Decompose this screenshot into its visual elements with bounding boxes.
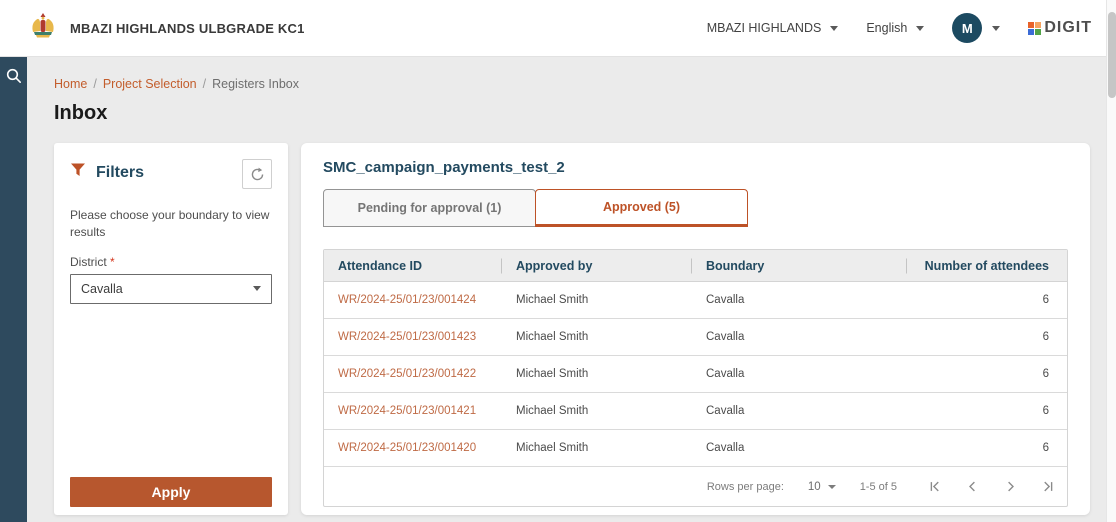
- tab-approved[interactable]: Approved (5): [535, 189, 748, 227]
- boundary-cell: Cavalla: [692, 331, 907, 343]
- table-row: WR/2024-25/01/23/001424 Michael Smith Ca…: [324, 282, 1067, 319]
- required-marker: *: [110, 255, 115, 269]
- approved-by-cell: Michael Smith: [502, 442, 692, 454]
- cards-row: Filters Please choose your boundary to v…: [54, 143, 1116, 515]
- top-header: MBAZI HIGHLANDS ULBGRADE KC1 MBAZI HIGHL…: [0, 0, 1116, 57]
- district-selected-value: Cavalla: [81, 282, 123, 296]
- approved-by-cell: Michael Smith: [502, 331, 692, 343]
- district-select[interactable]: Cavalla: [70, 274, 272, 304]
- column-header-approved-by: Approved by: [502, 259, 692, 273]
- language-selector-label: English: [866, 21, 907, 35]
- state-emblem-logo: [30, 12, 56, 45]
- table-row: WR/2024-25/01/23/001422 Michael Smith Ca…: [324, 356, 1067, 393]
- page-title: Inbox: [54, 102, 1116, 125]
- boundary-cell: Cavalla: [692, 405, 907, 417]
- digit-logo-text: DIGIT: [1044, 20, 1092, 36]
- app-window: MBAZI HIGHLANDS ULBGRADE KC1 MBAZI HIGHL…: [0, 0, 1116, 522]
- breadcrumb-project-selection[interactable]: Project Selection: [103, 77, 197, 91]
- attendance-id-link[interactable]: WR/2024-25/01/23/001423: [338, 331, 476, 343]
- city-selector-dropdown[interactable]: MBAZI HIGHLANDS: [707, 21, 839, 35]
- rows-per-page-select[interactable]: 10: [808, 481, 836, 493]
- attendees-cell: 6: [907, 405, 1067, 417]
- approved-by-cell: Michael Smith: [502, 405, 692, 417]
- chevron-down-icon: [830, 26, 838, 31]
- table-pagination: Rows per page: 10 1-5 of 5: [324, 467, 1067, 506]
- boundary-cell: Cavalla: [692, 442, 907, 454]
- tab-pending-for-approval[interactable]: Pending for approval (1): [323, 189, 536, 227]
- rows-per-page-value: 10: [808, 481, 821, 493]
- tabs: Pending for approval (1) Approved (5): [323, 189, 1068, 227]
- approved-by-cell: Michael Smith: [502, 294, 692, 306]
- tenant-name: MBAZI HIGHLANDS ULBGRADE KC1: [70, 21, 305, 36]
- scrollbar: [1106, 0, 1116, 522]
- column-header-attendance-id: Attendance ID: [324, 259, 502, 273]
- chevron-down-icon: [828, 485, 836, 489]
- app-body: Home / Project Selection / Registers Inb…: [0, 57, 1116, 522]
- scrollbar-thumb[interactable]: [1108, 12, 1116, 98]
- register-panel: SMC_campaign_payments_test_2 Pending for…: [301, 143, 1090, 515]
- register-title: SMC_campaign_payments_test_2: [323, 159, 1068, 176]
- table-row: WR/2024-25/01/23/001423 Michael Smith Ca…: [324, 319, 1067, 356]
- next-page-button[interactable]: [1001, 478, 1019, 496]
- search-icon[interactable]: [4, 67, 24, 87]
- main-content: Home / Project Selection / Registers Inb…: [27, 57, 1116, 522]
- brand: MBAZI HIGHLANDS ULBGRADE KC1: [30, 12, 305, 45]
- attendees-cell: 6: [907, 368, 1067, 380]
- first-page-button[interactable]: [925, 478, 943, 496]
- digit-logo-icon: [1028, 22, 1041, 35]
- attendance-table: Attendance ID Approved by Boundary Numbe…: [323, 249, 1068, 507]
- boundary-cell: Cavalla: [692, 368, 907, 380]
- breadcrumb-separator: /: [203, 77, 206, 91]
- attendees-cell: 6: [907, 331, 1067, 343]
- attendees-cell: 6: [907, 442, 1067, 454]
- sidebar: [0, 57, 27, 522]
- column-header-attendees: Number of attendees: [907, 259, 1067, 273]
- breadcrumb-separator: /: [93, 77, 96, 91]
- avatar[interactable]: M: [952, 13, 982, 43]
- rows-per-page-label: Rows per page:: [707, 481, 784, 493]
- breadcrumb-home[interactable]: Home: [54, 77, 87, 91]
- digit-logo: DIGIT: [1028, 20, 1092, 36]
- page-range-label: 1-5 of 5: [860, 481, 897, 493]
- language-selector-dropdown[interactable]: English: [866, 21, 924, 35]
- boundary-cell: Cavalla: [692, 294, 907, 306]
- filter-funnel-icon: [70, 163, 86, 182]
- attendance-id-link[interactable]: WR/2024-25/01/23/001424: [338, 294, 476, 306]
- approved-by-cell: Michael Smith: [502, 368, 692, 380]
- attendance-id-link[interactable]: WR/2024-25/01/23/001420: [338, 442, 476, 454]
- pagination-nav: [925, 478, 1057, 496]
- header-right: MBAZI HIGHLANDS English M DIGIT: [707, 13, 1092, 43]
- table-row: WR/2024-25/01/23/001420 Michael Smith Ca…: [324, 430, 1067, 467]
- previous-page-button[interactable]: [963, 478, 981, 496]
- filters-description: Please choose your boundary to view resu…: [70, 207, 270, 241]
- last-page-button[interactable]: [1039, 478, 1057, 496]
- chevron-down-icon: [916, 26, 924, 31]
- district-label: District *: [70, 255, 272, 269]
- user-menu[interactable]: M: [952, 13, 1000, 43]
- apply-button[interactable]: Apply: [70, 477, 272, 507]
- chevron-down-icon: [992, 26, 1000, 31]
- chevron-down-icon: [253, 286, 261, 291]
- filters-panel: Filters Please choose your boundary to v…: [54, 143, 288, 515]
- filters-title: Filters: [96, 164, 144, 182]
- attendees-cell: 6: [907, 294, 1067, 306]
- city-selector-label: MBAZI HIGHLANDS: [707, 21, 822, 35]
- attendance-id-link[interactable]: WR/2024-25/01/23/001422: [338, 368, 476, 380]
- table-row: WR/2024-25/01/23/001421 Michael Smith Ca…: [324, 393, 1067, 430]
- column-header-boundary: Boundary: [692, 259, 907, 273]
- table-header-row: Attendance ID Approved by Boundary Numbe…: [324, 250, 1067, 282]
- refresh-filters-button[interactable]: [242, 159, 272, 189]
- attendance-id-link[interactable]: WR/2024-25/01/23/001421: [338, 405, 476, 417]
- breadcrumb-current: Registers Inbox: [212, 77, 299, 91]
- filters-header: Filters: [70, 159, 272, 189]
- breadcrumb: Home / Project Selection / Registers Inb…: [54, 77, 1116, 91]
